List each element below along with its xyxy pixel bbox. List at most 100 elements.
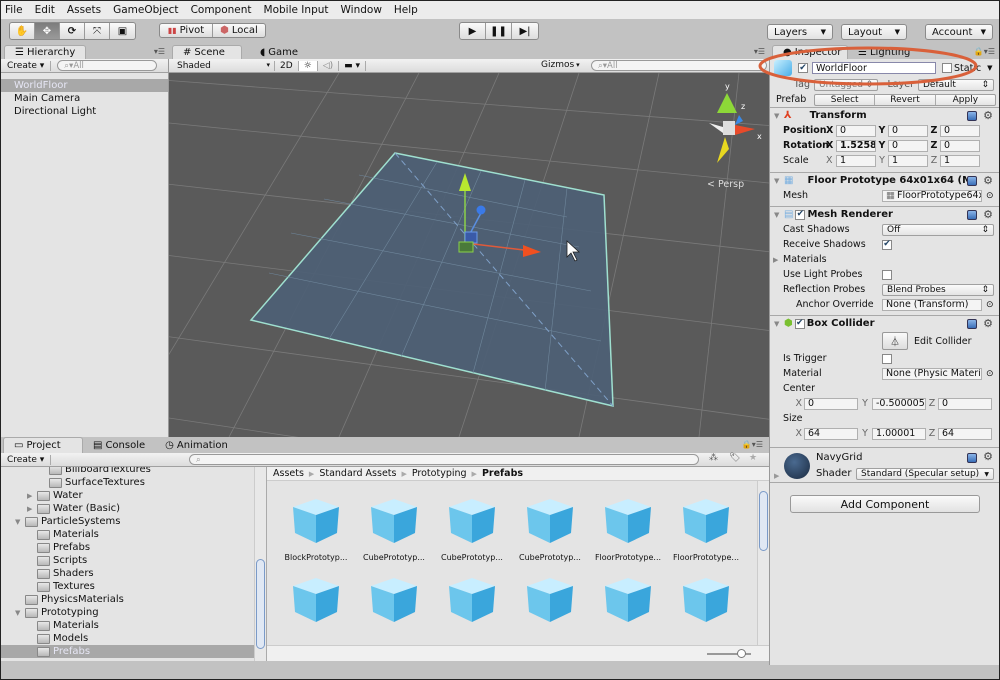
mesh-filter-header[interactable]: ▼ ▦ Floor Prototype 64x01x64 (M ⚙ <box>770 172 999 188</box>
size-z-field[interactable]: 64 <box>938 427 992 440</box>
help-book-icon[interactable] <box>967 209 977 220</box>
position-y-field[interactable]: 0 <box>888 124 928 137</box>
prefab-asset[interactable] <box>667 576 745 624</box>
breadcrumb-standard-assets[interactable]: Standard Assets <box>319 468 396 479</box>
layer-dropdown[interactable]: Default ⇕ <box>918 78 994 91</box>
mesh-object-field[interactable]: ▦ FloorPrototype64x <box>882 189 982 202</box>
rect-tool-button[interactable]: ▣ <box>110 23 135 39</box>
size-y-field[interactable]: 1.00001 <box>872 427 926 440</box>
folder-tree-item[interactable]: ▶ Water <box>1 489 266 502</box>
box-collider-enabled-checkbox[interactable]: ✔ <box>794 318 805 329</box>
folder-tree-item[interactable]: Materials <box>1 619 266 632</box>
z-axis-handle[interactable] <box>476 205 486 215</box>
tab-game[interactable]: ◖ Game <box>242 45 308 59</box>
cast-shadows-dropdown[interactable]: Off ⇕ <box>882 223 994 236</box>
folder-tree-item[interactable]: ▼ ParticleSystems <box>1 515 266 528</box>
panel-menu-icon[interactable]: ▾☰ <box>154 47 165 56</box>
gear-icon[interactable]: ⚙ <box>983 317 993 330</box>
foldout-down-icon[interactable]: ▼ <box>15 609 25 617</box>
rotation-x-field[interactable]: 1.5258 <box>836 139 876 152</box>
prefab-revert-button[interactable]: Revert <box>875 94 936 105</box>
menu-assets[interactable]: Assets <box>67 4 101 16</box>
layout-dropdown[interactable]: Layout ▼ <box>841 24 907 40</box>
help-book-icon[interactable] <box>967 318 977 329</box>
hierarchy-item-directional-light[interactable]: Directional Light <box>1 105 168 118</box>
reflection-probes-dropdown[interactable]: Blend Probes ⇕ <box>882 283 994 296</box>
prefab-apply-button[interactable]: Apply <box>936 95 995 105</box>
folder-tree-item[interactable]: ▼ Prototyping <box>1 606 266 619</box>
tag-dropdown[interactable]: Untagged ⇕ <box>814 78 878 91</box>
gizmo-neg-x-cone[interactable] <box>709 123 723 133</box>
mesh-renderer-header[interactable]: ▼ ▤ ✔ Mesh Renderer ⚙ <box>770 206 999 222</box>
move-tool-button[interactable]: ✥ <box>35 23 60 39</box>
box-collider-header[interactable]: ▼ ⬢ ✔ Box Collider ⚙ <box>770 315 999 331</box>
menu-edit[interactable]: Edit <box>35 4 55 16</box>
lock-icon[interactable]: 🔒▾☰ <box>742 440 763 449</box>
folder-tree-item[interactable]: Textures <box>1 580 266 593</box>
folder-tree-item[interactable]: PhysicsMaterials <box>1 593 266 606</box>
asset-scrollbar-thumb[interactable] <box>759 491 768 551</box>
prefab-asset[interactable]: BlockPrototyp... <box>277 497 355 562</box>
tab-hierarchy[interactable]: ☰ Hierarchy <box>4 45 87 59</box>
hand-tool-button[interactable]: ✋ <box>10 23 35 39</box>
prefab-asset[interactable]: CubePrototyp... <box>355 497 433 562</box>
gear-icon[interactable]: ⚙ <box>983 174 993 187</box>
receive-shadows-checkbox[interactable]: ✔ <box>882 239 892 250</box>
folder-tree-item[interactable]: Shaders <box>1 567 266 580</box>
transform-header[interactable]: ▼ ⅄ Transform ⚙ <box>770 107 999 123</box>
gizmo-neg-z-cone[interactable] <box>717 137 729 163</box>
folder-tree-item[interactable]: Materials <box>1 528 266 541</box>
edit-collider-button[interactable]: ⏃ <box>882 332 908 350</box>
help-book-icon[interactable] <box>967 453 977 463</box>
scale-y-field[interactable]: 1 <box>888 154 928 167</box>
prefab-asset[interactable] <box>277 576 355 624</box>
collider-material-field[interactable]: None (Physic Materi <box>882 367 982 380</box>
lock-icon[interactable]: 🔒▾☰ <box>974 47 995 56</box>
project-create-button[interactable]: Create ▾ <box>1 454 52 465</box>
breadcrumb-assets[interactable]: Assets <box>273 468 304 479</box>
pause-button[interactable]: ❚❚ <box>486 23 512 39</box>
tab-lighting[interactable]: ☱ Lighting <box>848 45 920 59</box>
shader-dropdown[interactable]: Standard (Specular setup) ▼ <box>856 468 994 480</box>
materials-row[interactable]: ▶ Materials <box>770 252 999 267</box>
prefab-asset[interactable]: CubePrototyp... <box>433 497 511 562</box>
gear-icon[interactable]: ⚙ <box>983 450 993 463</box>
prefab-asset[interactable] <box>355 576 433 624</box>
is-trigger-checkbox[interactable] <box>882 353 892 364</box>
breadcrumb-prototyping[interactable]: Prototyping <box>412 468 467 479</box>
gizmos-dropdown[interactable]: Gizmos ▾ <box>541 60 580 70</box>
folder-tree-item[interactable]: Models <box>1 632 266 645</box>
gear-icon[interactable]: ⚙ <box>983 109 993 122</box>
filter-label-icon[interactable]: 🏷 <box>729 453 740 463</box>
prefab-asset[interactable] <box>511 576 589 624</box>
object-picker-icon[interactable]: ⊙ <box>986 300 994 310</box>
menu-file[interactable]: File <box>5 4 23 16</box>
tab-project[interactable]: ▭ Project <box>3 437 83 453</box>
folder-tree-item[interactable]: Prefabs <box>1 645 266 658</box>
pivot-button[interactable]: ▮▮ Pivot <box>160 24 213 37</box>
gizmo-y-cone[interactable] <box>717 93 737 113</box>
world-floor-plane[interactable] <box>249 152 614 407</box>
active-checkbox[interactable]: ✔ <box>798 63 808 73</box>
gizmo-z-cone[interactable] <box>735 115 743 125</box>
prefab-asset[interactable]: FloorPrototype... <box>667 497 745 562</box>
local-button[interactable]: ⬢ Local <box>213 24 265 37</box>
foldout-right-icon[interactable]: ▶ <box>774 472 779 480</box>
menu-mobile-input[interactable]: Mobile Input <box>264 4 329 16</box>
help-book-icon[interactable] <box>967 175 977 186</box>
light-probes-checkbox[interactable] <box>882 269 892 280</box>
perspective-toggle[interactable]: < Persp <box>707 179 744 190</box>
add-component-button[interactable]: Add Component <box>790 495 980 513</box>
help-book-icon[interactable] <box>967 110 977 121</box>
prefab-select-button[interactable]: Select <box>815 94 876 105</box>
prefab-asset[interactable]: FloorPrototype... <box>589 497 667 562</box>
object-name-input[interactable]: WorldFloor <box>812 62 936 74</box>
tree-scrollbar-thumb[interactable] <box>256 559 265 649</box>
prefab-asset[interactable] <box>589 576 667 624</box>
foldout-down-icon[interactable]: ▼ <box>15 518 25 526</box>
rotate-tool-button[interactable]: ⟳ <box>60 23 85 39</box>
xz-plane-handle[interactable] <box>458 241 474 253</box>
tab-animation[interactable]: ◷ Animation <box>155 437 238 453</box>
play-button[interactable]: ▶ <box>460 23 486 39</box>
tab-console[interactable]: ▤ Console <box>83 437 155 453</box>
